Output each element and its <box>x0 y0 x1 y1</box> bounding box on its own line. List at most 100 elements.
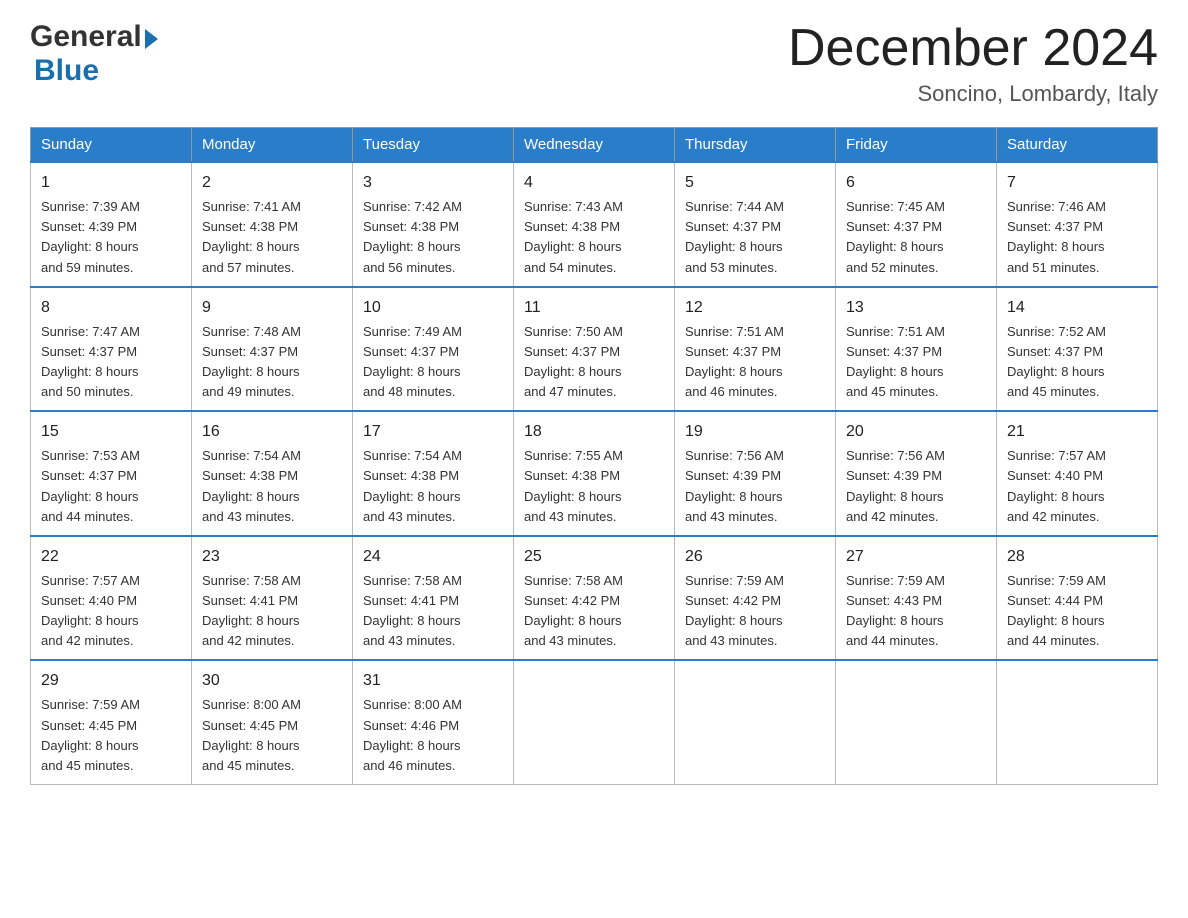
day-info: Sunrise: 7:59 AMSunset: 4:45 PMDaylight:… <box>41 697 140 772</box>
day-cell-12: 12Sunrise: 7:51 AMSunset: 4:37 PMDayligh… <box>675 287 836 412</box>
day-number: 29 <box>41 669 181 693</box>
empty-cell <box>997 660 1158 784</box>
day-number: 31 <box>363 669 503 693</box>
calendar-table: SundayMondayTuesdayWednesdayThursdayFrid… <box>30 127 1158 785</box>
day-number: 8 <box>41 296 181 320</box>
day-number: 23 <box>202 545 342 569</box>
day-cell-4: 4Sunrise: 7:43 AMSunset: 4:38 PMDaylight… <box>514 162 675 287</box>
day-number: 9 <box>202 296 342 320</box>
day-info: Sunrise: 7:52 AMSunset: 4:37 PMDaylight:… <box>1007 324 1106 399</box>
day-cell-11: 11 Sunrise: 7:50 AMSunset: 4:37 PMDayligh… <box>514 287 675 412</box>
day-cell-29: 29 Sunrise: 7:59 AMSunset: 4:45 PMDayligh… <box>31 660 192 784</box>
day-info: Sunrise: 7:59 AMSunset: 4:42 PMDaylight:… <box>685 573 784 648</box>
day-info: Sunrise: 7:59 AMSunset: 4:43 PMDaylight:… <box>846 573 945 648</box>
day-cell-27: 27 Sunrise: 7:59 AMSunset: 4:43 PMDayligh… <box>836 536 997 661</box>
day-info: Sunrise: 7:58 AMSunset: 4:41 PMDaylight:… <box>363 573 462 648</box>
day-cell-30: 30 Sunrise: 8:00 AMSunset: 4:45 PMDayligh… <box>192 660 353 784</box>
day-info: Sunrise: 7:57 AMSunset: 4:40 PMDaylight:… <box>1007 448 1106 523</box>
month-year-title: December 2024 <box>788 20 1158 77</box>
day-number: 1 <box>41 171 181 195</box>
week-row-4: 22Sunrise: 7:57 AMSunset: 4:40 PMDayligh… <box>31 536 1158 661</box>
day-info: Sunrise: 7:49 AMSunset: 4:37 PMDaylight:… <box>363 324 462 399</box>
day-info: Sunrise: 7:39 AMSunset: 4:39 PMDaylight:… <box>41 199 140 274</box>
day-info: Sunrise: 7:54 AMSunset: 4:38 PMDaylight:… <box>202 448 301 523</box>
day-info: Sunrise: 8:00 AMSunset: 4:45 PMDaylight:… <box>202 697 301 772</box>
day-info: Sunrise: 7:59 AMSunset: 4:44 PMDaylight:… <box>1007 573 1106 648</box>
weekday-header-friday: Friday <box>836 128 997 163</box>
day-cell-18: 18 Sunrise: 7:55 AMSunset: 4:38 PMDayligh… <box>514 411 675 536</box>
day-info: Sunrise: 7:53 AMSunset: 4:37 PMDaylight:… <box>41 448 140 523</box>
week-row-2: 8 Sunrise: 7:47 AMSunset: 4:37 PMDaylight… <box>31 287 1158 412</box>
day-number: 17 <box>363 420 503 444</box>
day-number: 24 <box>363 545 503 569</box>
day-number: 14 <box>1007 296 1147 320</box>
empty-cell <box>514 660 675 784</box>
day-info: Sunrise: 7:46 AMSunset: 4:37 PMDaylight:… <box>1007 199 1106 274</box>
logo: General Blue <box>30 20 158 88</box>
day-number: 12 <box>685 296 825 320</box>
day-info: Sunrise: 7:48 AMSunset: 4:37 PMDaylight:… <box>202 324 301 399</box>
day-number: 5 <box>685 171 825 195</box>
day-info: Sunrise: 7:50 AMSunset: 4:37 PMDaylight:… <box>524 324 623 399</box>
weekday-header-thursday: Thursday <box>675 128 836 163</box>
day-number: 10 <box>363 296 503 320</box>
day-number: 30 <box>202 669 342 693</box>
day-info: Sunrise: 7:57 AMSunset: 4:40 PMDaylight:… <box>41 573 140 648</box>
day-info: Sunrise: 7:55 AMSunset: 4:38 PMDaylight:… <box>524 448 623 523</box>
day-cell-17: 17Sunrise: 7:54 AMSunset: 4:38 PMDayligh… <box>353 411 514 536</box>
day-number: 6 <box>846 171 986 195</box>
day-number: 25 <box>524 545 664 569</box>
day-number: 27 <box>846 545 986 569</box>
week-row-5: 29 Sunrise: 7:59 AMSunset: 4:45 PMDayligh… <box>31 660 1158 784</box>
day-cell-21: 21 Sunrise: 7:57 AMSunset: 4:40 PMDayligh… <box>997 411 1158 536</box>
day-number: 3 <box>363 171 503 195</box>
day-cell-6: 6 Sunrise: 7:45 AMSunset: 4:37 PMDaylight… <box>836 162 997 287</box>
weekday-header-saturday: Saturday <box>997 128 1158 163</box>
day-cell-10: 10 Sunrise: 7:49 AMSunset: 4:37 PMDayligh… <box>353 287 514 412</box>
day-cell-25: 25 Sunrise: 7:58 AMSunset: 4:42 PMDayligh… <box>514 536 675 661</box>
day-cell-14: 14 Sunrise: 7:52 AMSunset: 4:37 PMDayligh… <box>997 287 1158 412</box>
weekday-header-monday: Monday <box>192 128 353 163</box>
day-number: 21 <box>1007 420 1147 444</box>
day-info: Sunrise: 7:47 AMSunset: 4:37 PMDaylight:… <box>41 324 140 399</box>
day-info: Sunrise: 7:45 AMSunset: 4:37 PMDaylight:… <box>846 199 945 274</box>
day-info: Sunrise: 7:58 AMSunset: 4:42 PMDaylight:… <box>524 573 623 648</box>
day-number: 13 <box>846 296 986 320</box>
day-number: 26 <box>685 545 825 569</box>
day-number: 19 <box>685 420 825 444</box>
day-cell-22: 22Sunrise: 7:57 AMSunset: 4:40 PMDayligh… <box>31 536 192 661</box>
week-row-1: 1 Sunrise: 7:39 AMSunset: 4:39 PMDaylight… <box>31 162 1158 287</box>
day-number: 18 <box>524 420 664 444</box>
day-number: 11 <box>524 296 664 320</box>
day-cell-9: 9 Sunrise: 7:48 AMSunset: 4:37 PMDaylight… <box>192 287 353 412</box>
weekday-header-sunday: Sunday <box>31 128 192 163</box>
weekday-header-wednesday: Wednesday <box>514 128 675 163</box>
location-subtitle: Soncino, Lombardy, Italy <box>788 81 1158 107</box>
day-cell-24: 24 Sunrise: 7:58 AMSunset: 4:41 PMDayligh… <box>353 536 514 661</box>
title-block: December 2024 Soncino, Lombardy, Italy <box>788 20 1158 107</box>
page-header: General Blue December 2024 Soncino, Lomb… <box>30 20 1158 107</box>
day-info: Sunrise: 7:58 AMSunset: 4:41 PMDaylight:… <box>202 573 301 648</box>
day-cell-3: 3Sunrise: 7:42 AMSunset: 4:38 PMDaylight… <box>353 162 514 287</box>
day-cell-2: 2Sunrise: 7:41 AMSunset: 4:38 PMDaylight… <box>192 162 353 287</box>
logo-blue-text: Blue <box>34 54 99 87</box>
day-number: 2 <box>202 171 342 195</box>
day-cell-20: 20Sunrise: 7:56 AMSunset: 4:39 PMDayligh… <box>836 411 997 536</box>
day-info: Sunrise: 8:00 AMSunset: 4:46 PMDaylight:… <box>363 697 462 772</box>
weekday-header-tuesday: Tuesday <box>353 128 514 163</box>
logo-triangle-icon <box>145 29 158 49</box>
day-cell-7: 7Sunrise: 7:46 AMSunset: 4:37 PMDaylight… <box>997 162 1158 287</box>
day-cell-15: 15Sunrise: 7:53 AMSunset: 4:37 PMDayligh… <box>31 411 192 536</box>
day-number: 28 <box>1007 545 1147 569</box>
day-cell-13: 13Sunrise: 7:51 AMSunset: 4:37 PMDayligh… <box>836 287 997 412</box>
day-cell-28: 28 Sunrise: 7:59 AMSunset: 4:44 PMDayligh… <box>997 536 1158 661</box>
day-cell-31: 31 Sunrise: 8:00 AMSunset: 4:46 PMDayligh… <box>353 660 514 784</box>
day-number: 20 <box>846 420 986 444</box>
day-info: Sunrise: 7:43 AMSunset: 4:38 PMDaylight:… <box>524 199 623 274</box>
day-info: Sunrise: 7:44 AMSunset: 4:37 PMDaylight:… <box>685 199 784 274</box>
week-row-3: 15Sunrise: 7:53 AMSunset: 4:37 PMDayligh… <box>31 411 1158 536</box>
day-cell-26: 26 Sunrise: 7:59 AMSunset: 4:42 PMDayligh… <box>675 536 836 661</box>
empty-cell <box>675 660 836 784</box>
day-cell-19: 19Sunrise: 7:56 AMSunset: 4:39 PMDayligh… <box>675 411 836 536</box>
day-cell-1: 1 Sunrise: 7:39 AMSunset: 4:39 PMDaylight… <box>31 162 192 287</box>
